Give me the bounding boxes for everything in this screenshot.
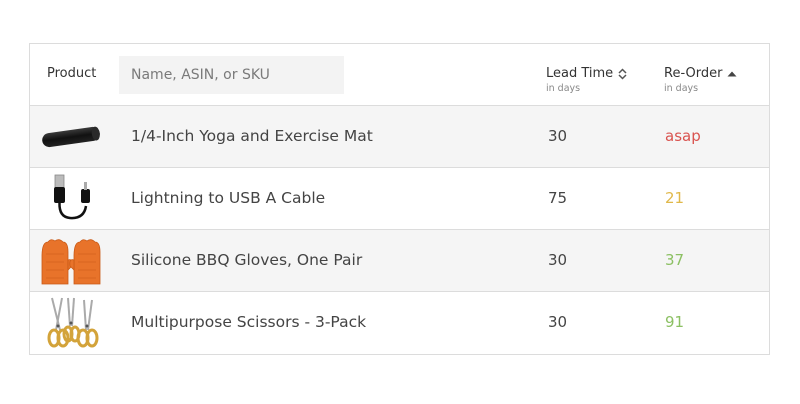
lead-time-column-header[interactable]: Lead Time in days [546, 66, 627, 94]
scissors-icon [38, 296, 104, 350]
lead-time-label: Lead Time [546, 66, 614, 81]
reorder-value: 37 [665, 251, 685, 269]
table-row[interactable]: Lightning to USB A Cable 75 21 [30, 168, 769, 230]
table-header: Product Lead Time in days Re-Order [30, 44, 769, 106]
reorder-value: asap [665, 127, 701, 145]
reorder-unit: in days [664, 83, 699, 94]
reorder-label: Re-Order [664, 66, 723, 81]
table-row[interactable]: 1/4-Inch Yoga and Exercise Mat 30 asap [30, 106, 769, 168]
inventory-table: Product Lead Time in days Re-Order [29, 43, 770, 355]
reorder-column-header[interactable]: Re-Order in days [664, 66, 737, 94]
bbq-gloves-icon [38, 234, 104, 288]
reorder-value: 21 [665, 189, 685, 207]
product-name[interactable]: Silicone BBQ Gloves, One Pair [131, 251, 362, 269]
product-column-header: Product [47, 66, 97, 81]
product-name[interactable]: Multipurpose Scissors - 3-Pack [131, 313, 366, 331]
table-row[interactable]: Multipurpose Scissors - 3-Pack 30 91 [30, 292, 769, 354]
usb-cable-icon [38, 172, 104, 226]
lead-time-value: 30 [548, 251, 568, 269]
sort-both-icon[interactable] [618, 67, 627, 80]
product-name[interactable]: Lightning to USB A Cable [131, 189, 325, 207]
yoga-mat-icon [38, 110, 104, 164]
lead-time-value: 30 [548, 127, 568, 145]
sort-ascending-icon[interactable] [727, 70, 737, 78]
product-name[interactable]: 1/4-Inch Yoga and Exercise Mat [131, 127, 373, 145]
lead-time-unit: in days [546, 83, 581, 94]
lead-time-value: 30 [548, 313, 568, 331]
search-input[interactable] [119, 56, 344, 94]
reorder-value: 91 [665, 313, 685, 331]
table-row[interactable]: Silicone BBQ Gloves, One Pair 30 37 [30, 230, 769, 292]
lead-time-value: 75 [548, 189, 568, 207]
